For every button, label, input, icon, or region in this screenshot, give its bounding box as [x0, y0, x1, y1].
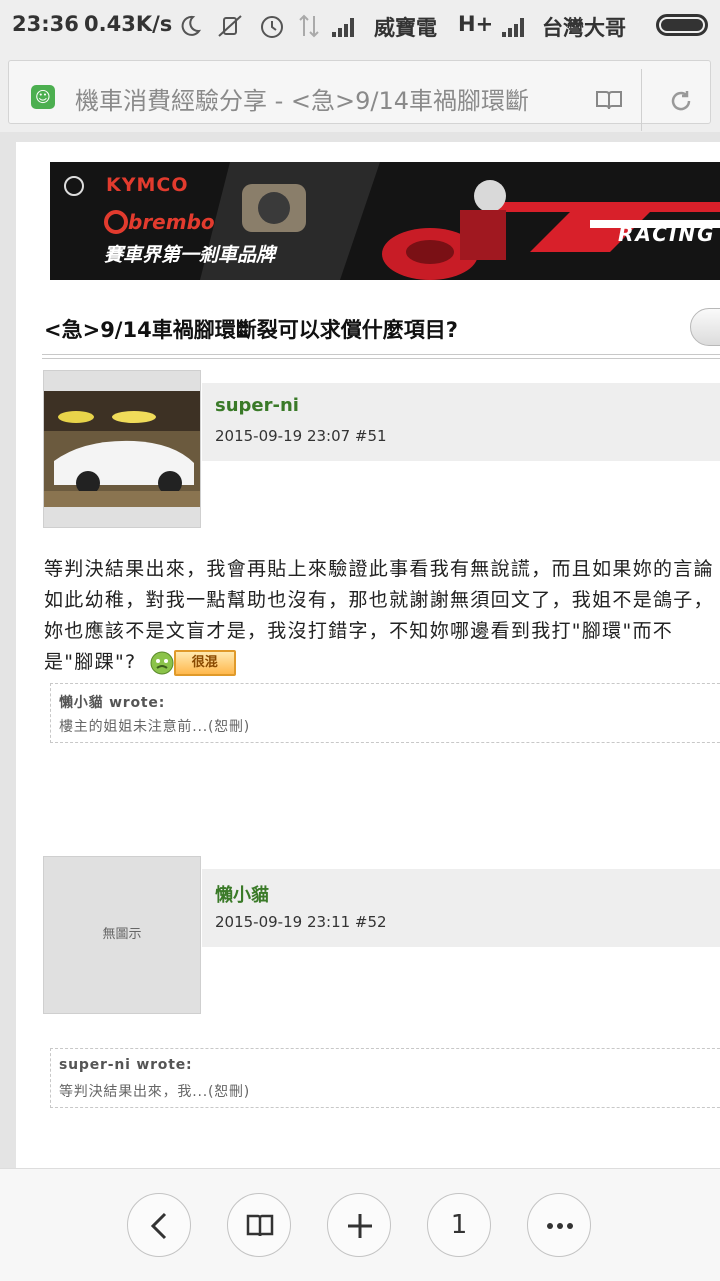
status-time: 23:36 [12, 12, 79, 36]
banner-racing-text: RACING [618, 222, 716, 246]
quote-author: super-ni wrote: [59, 1057, 193, 1073]
back-button[interactable] [127, 1193, 191, 1257]
topic-title: <急>9/14車禍腳環斷裂可以求償什麼項目? [44, 318, 458, 342]
chevron-left-icon [150, 1212, 167, 1240]
status-network: H+ [458, 12, 494, 36]
bookmarks-button[interactable] [227, 1193, 291, 1257]
banner-brand-brembo: brembo [128, 210, 215, 234]
post-text: 等判決結果出來，我會再貼上來驗證此事看我有無說謊，而且如果妳的言論如此幼稚，對我… [44, 558, 714, 673]
reload-icon [671, 91, 691, 111]
page-title[interactable]: 機車消費經驗分享 - <急>9/14車禍腳環斷 [75, 81, 565, 116]
reload-button[interactable] [645, 69, 715, 131]
emote-badge: 很混 [173, 649, 236, 676]
address-bar: ☺ 機車消費經驗分享 - <急>9/14車禍腳環斷 [0, 52, 720, 132]
post-username[interactable]: 懶小貓 [215, 881, 269, 907]
avatar[interactable]: 無圖示 [43, 856, 201, 1014]
status-carrier-2: 台灣大哥 [542, 16, 626, 40]
avatar[interactable] [43, 370, 201, 528]
status-carrier-1: 威寶電 [374, 16, 437, 40]
url-field[interactable]: ☺ 機車消費經驗分享 - <急>9/14車禍腳環斷 [8, 60, 711, 131]
post-meta: 2015-09-19 23:11 #52 [215, 913, 387, 931]
status-speed: 0.43K/s [84, 12, 173, 36]
title-divider [42, 354, 720, 359]
banner-brand-kymco: KYMCO [106, 174, 189, 196]
post-body: 等判決結果出來，我會再貼上來驗證此事看我有無說謊，而且如果妳的言論如此幼稚，對我… [44, 554, 720, 678]
more-dots-icon [547, 1223, 573, 1229]
post-meta: 2015-09-19 23:07 #51 [215, 427, 387, 445]
browser-toolbar: 1 [0, 1168, 720, 1281]
quote-author: 懶小貓 wrote: [59, 695, 166, 711]
signal-icon-2 [502, 18, 524, 37]
battery-icon [656, 14, 708, 36]
alarm-icon [261, 16, 283, 38]
banner-ad[interactable]: KYMCO brembo 賽車界第一剎車品牌 RACING [50, 162, 720, 280]
post-header: super-ni 2015-09-19 23:07 #51 [202, 383, 720, 461]
web-content[interactable]: KYMCO brembo 賽車界第一剎車品牌 RACING <急>9/14車禍腳… [0, 132, 720, 1168]
post-header: 懶小貓 2015-09-19 23:11 #52 [202, 869, 720, 947]
plus-icon [348, 1214, 372, 1238]
sick-face-emoji-icon [150, 651, 174, 674]
forum-page: KYMCO brembo 賽車界第一剎車品牌 RACING <急>9/14車禍腳… [16, 142, 720, 1168]
avatar-placeholder-text: 無圖示 [102, 927, 142, 942]
reader-mode-button[interactable] [579, 69, 639, 131]
site-favicon-icon: ☺ [31, 85, 55, 109]
book-icon [246, 1214, 274, 1237]
tab-count: 1 [450, 1210, 468, 1240]
mute-vibrate-icon [218, 15, 242, 37]
status-bar: 23:36 0.43K/s 威寶電 H+ 台灣大哥 [0, 0, 720, 52]
avatar-car-image [44, 391, 200, 507]
quote-block: 懶小貓 wrote: 樓主的姐姐未注意前...(恕刪) [50, 683, 720, 743]
data-transfer-icon [299, 14, 319, 38]
signal-icon [332, 18, 354, 37]
tabs-button[interactable]: 1 [427, 1193, 491, 1257]
quote-text: 等判決結果出來，我...(恕刪) [59, 1084, 251, 1100]
address-separator [641, 69, 642, 131]
new-tab-button[interactable] [327, 1193, 391, 1257]
post-username[interactable]: super-ni [215, 395, 299, 416]
quote-text: 樓主的姐姐未注意前...(恕刪) [59, 719, 251, 735]
book-icon [596, 91, 622, 110]
quote-block: super-ni wrote: 等判決結果出來，我...(恕刪) [50, 1048, 720, 1108]
more-menu-button[interactable] [527, 1193, 591, 1257]
banner-slogan: 賽車界第一剎車品牌 [104, 244, 276, 266]
topic-action-button[interactable] [690, 308, 720, 346]
moon-icon [181, 15, 202, 36]
